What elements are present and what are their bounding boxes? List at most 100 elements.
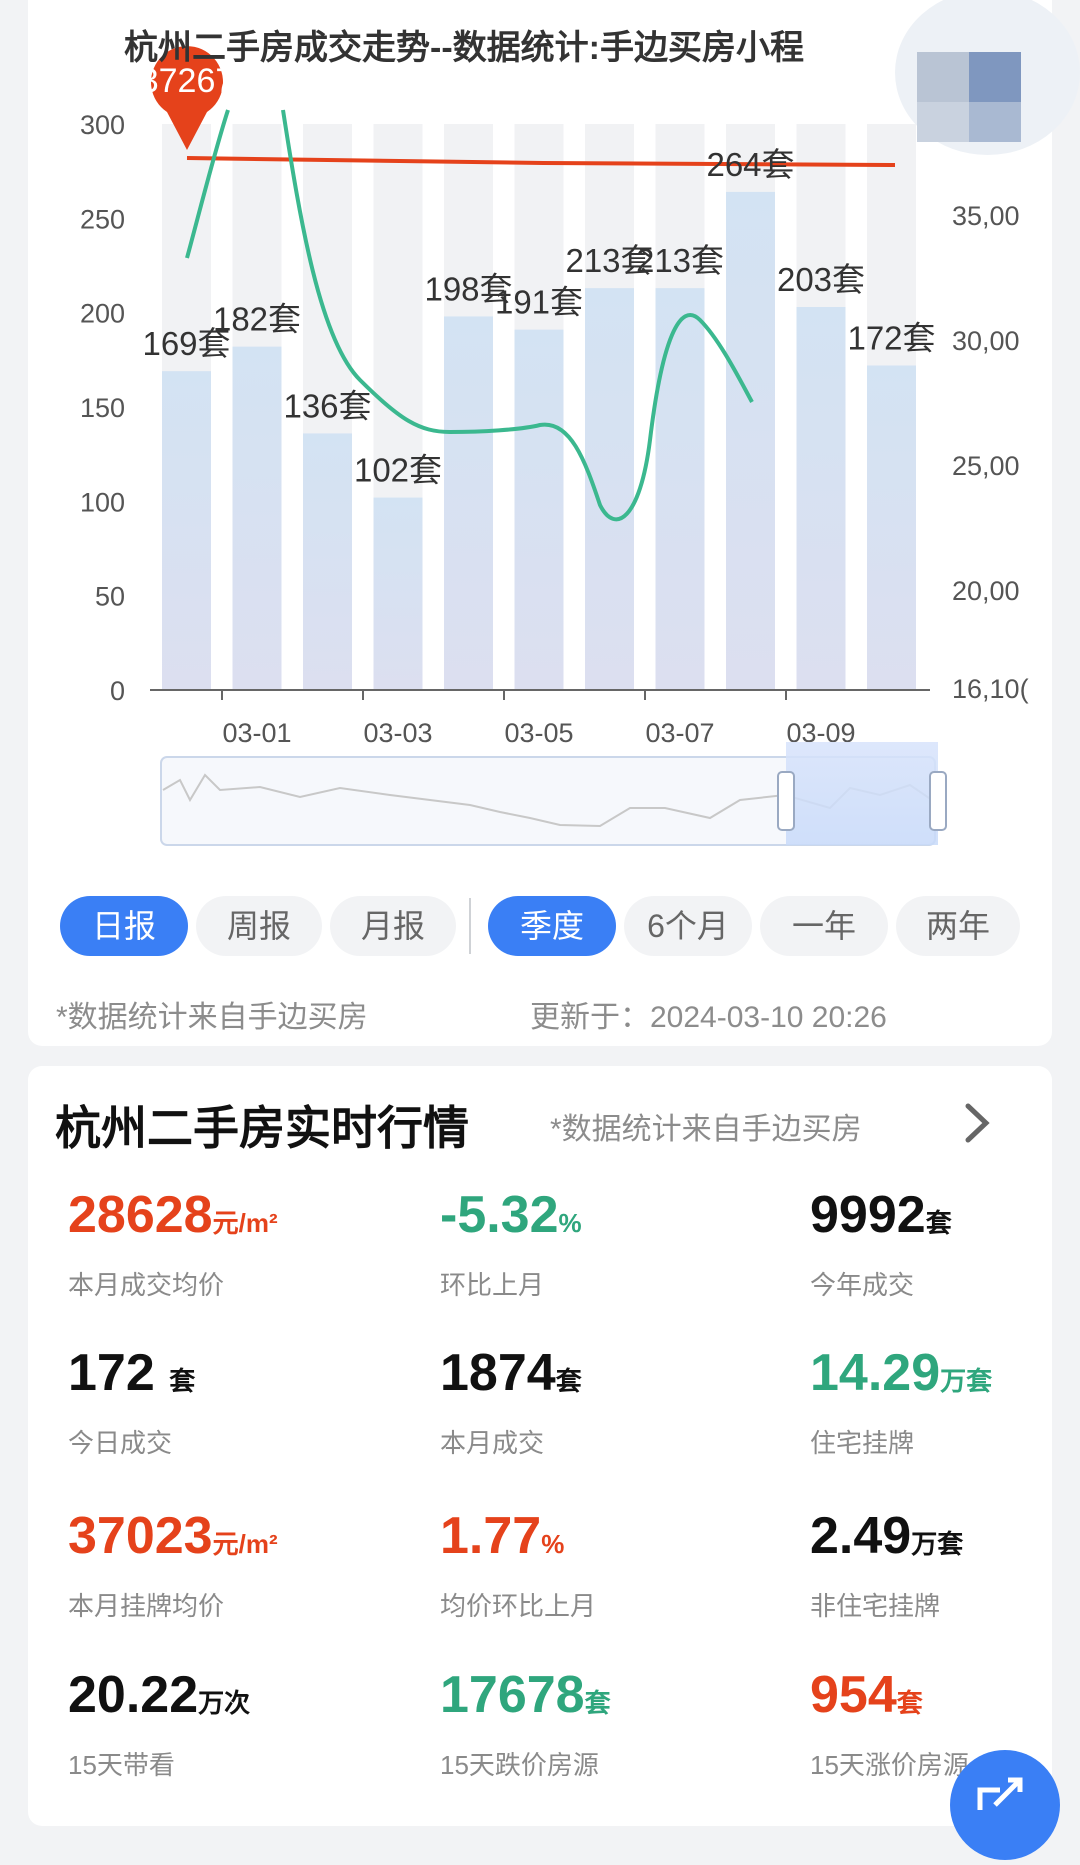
market-stat: 28628元/m² 本月成交均价 — [68, 1185, 388, 1302]
stat-unit: 套 — [584, 1688, 611, 1718]
deal-bar[interactable] — [585, 288, 634, 690]
deal-bar[interactable] — [514, 329, 564, 690]
stat-number: 954 — [810, 1666, 897, 1724]
stat-label: 住宅挂牌 — [810, 1428, 915, 1458]
market-stat: -5.32% 环比上月 — [440, 1185, 760, 1302]
deal-bar[interactable] — [796, 307, 846, 690]
tab-one-year[interactable]: 一年 — [760, 896, 888, 956]
stat-label: 15天带看 — [68, 1750, 175, 1780]
deal-bar[interactable] — [232, 346, 282, 690]
share-button[interactable] — [950, 1750, 1060, 1860]
right-axis-tick: 35,00 — [952, 201, 1020, 231]
right-axis-tick: 30,00 — [952, 326, 1020, 356]
stat-label: 均价环比上月 — [440, 1591, 597, 1621]
left-axis-tick: 150 — [80, 393, 125, 423]
left-axis-tick: 100 — [80, 487, 125, 517]
stat-label: 本月成交 — [440, 1428, 545, 1458]
stat-value: 172 套 — [68, 1343, 388, 1411]
stat-value: 17678套 — [440, 1665, 760, 1733]
left-axis-tick: 50 — [95, 582, 125, 612]
x-axis-tick-label: 03-01 — [222, 718, 291, 748]
stat-unit: 万次 — [198, 1688, 251, 1718]
deal-bar[interactable] — [867, 365, 916, 690]
tab-weekly[interactable]: 周报 — [196, 896, 322, 956]
bar-value-label: 182套 — [213, 301, 301, 338]
market-stat: 14.29万套住宅挂牌 — [810, 1343, 1080, 1460]
chart-source-note: *数据统计来自手边买房 — [56, 1001, 368, 1034]
deal-bar[interactable] — [373, 497, 423, 690]
deal-bar[interactable] — [303, 433, 352, 690]
stat-unit: 套 — [169, 1366, 196, 1396]
stat-unit: 套 — [925, 1208, 952, 1238]
stat-value: 954套 — [810, 1665, 1080, 1733]
stat-unit: 万套 — [911, 1529, 964, 1559]
stat-label: 非住宅挂牌 — [810, 1591, 941, 1621]
deal-bar[interactable] — [726, 191, 775, 691]
tab-monthly[interactable]: 月报 — [330, 896, 456, 956]
bar-value-label: 264套 — [706, 146, 794, 183]
stat-label: 本月挂牌均价 — [68, 1591, 225, 1621]
stat-unit: 元/m² — [212, 1208, 278, 1238]
stat-label: 本月成交均价 — [68, 1270, 225, 1300]
bar-value-label: 203套 — [777, 261, 865, 298]
stat-unit: % — [558, 1208, 582, 1238]
stat-value: 9992套 — [810, 1185, 1080, 1253]
market-stat: 1.77% 均价环比上月 — [440, 1506, 760, 1623]
stat-unit: 元/m² — [212, 1529, 278, 1559]
stat-label: 环比上月 — [440, 1270, 545, 1300]
tab-daily[interactable]: 日报 — [60, 896, 188, 956]
stat-unit: 万套 — [940, 1366, 993, 1396]
deal-bar[interactable] — [655, 288, 705, 690]
market-stat: 20.22万次 15天带看 — [68, 1665, 388, 1782]
bar-value-label: 213套 — [636, 242, 724, 279]
slider-left-handle[interactable] — [777, 771, 795, 831]
stat-label: 今年成交 — [810, 1270, 915, 1300]
deal-bar[interactable] — [162, 371, 211, 690]
right-axis-tick: 16,10( — [952, 674, 1029, 704]
stat-unit: 套 — [555, 1366, 582, 1396]
bar-value-label: 172套 — [847, 319, 935, 356]
market-stat: 2.49万套非住宅挂牌 — [810, 1506, 1080, 1623]
left-axis-tick: 250 — [80, 204, 125, 234]
x-axis-tick-label: 03-07 — [645, 718, 714, 748]
slider-window[interactable] — [786, 742, 938, 845]
bar-value-label: 136套 — [283, 387, 371, 424]
stat-number: 20.22 — [68, 1666, 199, 1724]
left-axis-tick: 200 — [80, 299, 125, 329]
stat-value: 37023元/m² — [68, 1506, 388, 1574]
range-slider[interactable] — [160, 742, 947, 846]
stat-number: 2.49 — [810, 1507, 912, 1565]
right-axis-tick: 20,00 — [952, 576, 1020, 606]
tab-quarter[interactable]: 季度 — [488, 896, 616, 956]
stat-value: 2.49万套 — [810, 1506, 1080, 1574]
market-stat: 9992套今年成交 — [810, 1185, 1080, 1302]
stat-number: 14.29 — [810, 1344, 941, 1402]
stat-unit: 套 — [896, 1688, 923, 1718]
period-tabs: 日报 周报 月报 季度 6个月 一年 两年 — [60, 896, 1020, 956]
slider-right-handle[interactable] — [929, 771, 947, 831]
stat-value: 1.77% — [440, 1506, 760, 1574]
stat-number: 17678 — [440, 1666, 585, 1724]
deal-bar[interactable] — [444, 316, 493, 690]
stat-number: 1874 — [440, 1344, 556, 1402]
stat-number: 37023 — [68, 1507, 213, 1565]
market-stat: 172 套今日成交 — [68, 1343, 388, 1460]
x-axis-tick-label: 03-03 — [363, 718, 432, 748]
stat-value: 20.22万次 — [68, 1665, 388, 1733]
bar-value-label: 191套 — [495, 284, 583, 321]
stat-number: 172 — [68, 1344, 170, 1402]
bar-value-label: 102套 — [354, 452, 442, 489]
stat-number: -5.32 — [440, 1186, 559, 1244]
stat-value: 14.29万套 — [810, 1343, 1080, 1411]
left-axis-tick: 0 — [110, 676, 125, 706]
x-axis-tick-label: 03-05 — [504, 718, 573, 748]
stat-number: 1.77 — [440, 1507, 542, 1565]
tab-two-years[interactable]: 两年 — [896, 896, 1020, 956]
stat-value: 1874套 — [440, 1343, 760, 1411]
stat-label: 15天跌价房源 — [440, 1750, 599, 1780]
chevron-right-icon[interactable] — [958, 1098, 998, 1148]
market-stat: 37023元/m² 本月挂牌均价 — [68, 1506, 388, 1623]
stat-number: 9992 — [810, 1186, 926, 1244]
stat-value: -5.32% — [440, 1185, 760, 1253]
tab-6-months[interactable]: 6个月 — [624, 896, 752, 956]
